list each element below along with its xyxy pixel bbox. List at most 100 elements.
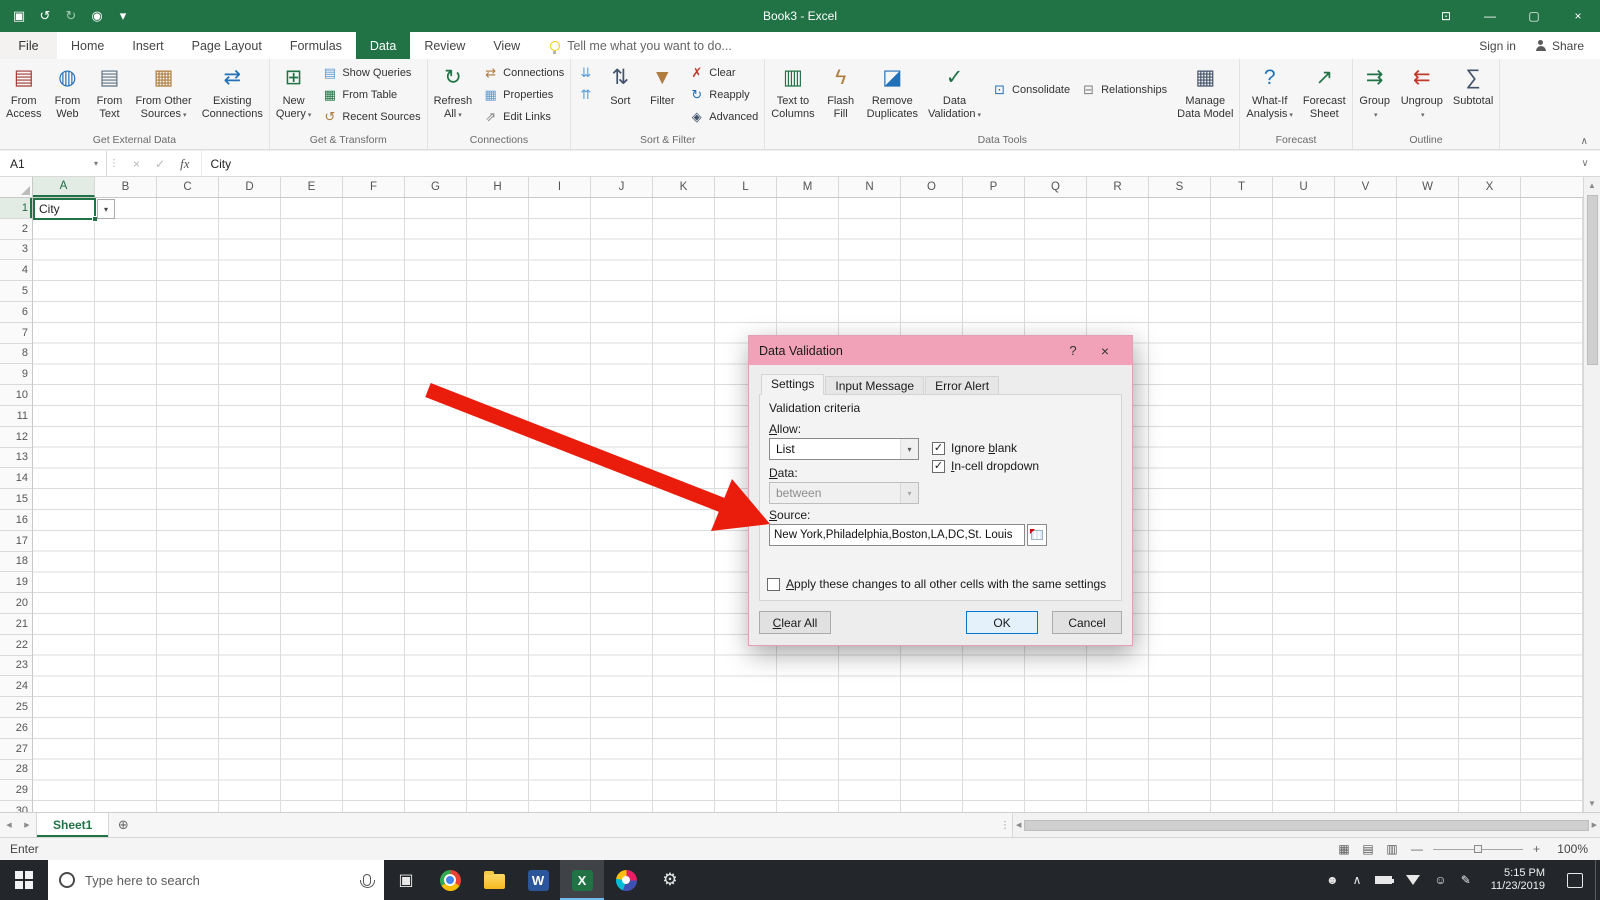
in-cell-dropdown-checkbox-box[interactable]: ✓ [932,459,945,473]
row-header-17[interactable]: 17 [0,531,32,552]
undo-button[interactable]: ↺ [32,2,58,30]
column-header-t[interactable]: T [1211,177,1273,197]
name-box-dropdown-icon[interactable]: ▾ [86,159,106,168]
vertical-scroll-thumb[interactable] [1586,195,1598,365]
dialog-title-bar[interactable]: Data Validation ? × [749,336,1132,365]
page-break-view-button[interactable]: ▥ [1383,842,1401,856]
taskbar-search[interactable]: Type here to search [48,860,384,900]
taskbar-file-explorer-button[interactable] [472,860,516,900]
row-header-13[interactable]: 13 [0,448,32,469]
from-other-sources-button[interactable]: ▦ From Other Sources ▾ [130,60,196,133]
ungroup-button[interactable]: ⇇ Ungroup ▾ [1396,60,1448,133]
connections-button[interactable]: ⇄ Connections [478,62,568,84]
row-header-22[interactable]: 22 [0,635,32,656]
redo-button[interactable]: ↻ [58,2,84,30]
scroll-down-icon[interactable]: ▼ [1588,799,1596,808]
ignore-blank-checkbox-box[interactable]: ✓ [932,441,945,455]
zoom-slider[interactable] [1432,842,1523,856]
from-table-button[interactable]: ▦ From Table [317,84,424,106]
show-queries-button[interactable]: ▤ Show Queries [317,62,424,84]
row-header-14[interactable]: 14 [0,468,32,490]
subtotal-button[interactable]: ∑ Subtotal [1448,60,1498,133]
tab-review[interactable]: Review [410,32,479,59]
what-if-analysis-button[interactable]: ? What-If Analysis ▾ [1241,60,1297,133]
row-header-7[interactable]: 7 [0,323,32,344]
formula-bar-handle[interactable]: ⋮ [107,151,121,176]
horizontal-scroll-thumb[interactable] [1024,819,1589,831]
new-query-button[interactable]: ⊞ New Query ▾ [271,60,316,133]
name-box[interactable]: A1 ▾ [0,151,107,176]
ok-button[interactable]: OK [966,611,1038,634]
sheet-nav-right-icon[interactable]: ▶ [18,813,36,837]
microphone-icon[interactable] [360,874,375,888]
row-header-10[interactable]: 10 [0,385,32,406]
row-header-15[interactable]: 15 [0,489,32,510]
taskbar-chrome-button[interactable] [428,860,472,900]
row-header-29[interactable]: 29 [0,780,32,802]
column-header-d[interactable]: D [219,177,281,197]
taskbar-word-button[interactable]: W [516,860,560,900]
collapse-dialog-button[interactable] [1027,524,1047,546]
column-header-x[interactable]: X [1459,177,1521,197]
sheet-tab-sheet1[interactable]: Sheet1 [36,813,110,837]
save-button[interactable]: ▣ [6,2,32,30]
taskbar-paint-3d-button[interactable] [604,860,648,900]
forecast-sheet-button[interactable]: ↗ Forecast Sheet [1298,60,1351,133]
row-header-21[interactable]: 21 [0,614,32,635]
from-web-button[interactable]: ◍ From Web [46,60,88,133]
sort-descending-button[interactable]: ⇈ [573,84,598,106]
column-header-f[interactable]: F [343,177,405,197]
tab-formulas[interactable]: Formulas [276,32,356,59]
relationships-button[interactable]: ⊟ Relationships [1076,79,1171,101]
scroll-up-icon[interactable]: ▲ [1588,181,1596,190]
vertical-scrollbar[interactable]: ▲ ▼ [1583,177,1600,812]
row-header-18[interactable]: 18 [0,552,32,573]
tray-wifi-button[interactable] [1406,875,1421,885]
tab-home[interactable]: Home [57,32,118,59]
zoom-thumb[interactable] [1473,845,1482,853]
reapply-button[interactable]: ↻ Reapply [684,84,762,106]
row-header-12[interactable]: 12 [0,427,32,448]
tab-scroll-handle[interactable]: ⋮ [998,813,1012,837]
tell-me-box[interactable]: Tell me what you want to do... [550,32,732,59]
row-header-8[interactable]: 8 [0,344,32,365]
row-header-11[interactable]: 11 [0,406,32,427]
dialog-tab-error-alert[interactable]: Error Alert [925,376,1000,395]
clear-all-button[interactable]: Clear All [759,611,831,634]
column-header-b[interactable]: B [95,177,157,197]
properties-button[interactable]: ▦ Properties [478,84,568,106]
clear-filter-button[interactable]: ✗ Clear [684,62,762,84]
column-header-o[interactable]: O [901,177,963,197]
taskbar-clock[interactable]: 5:15 PM 11/23/2019 [1481,860,1555,900]
cancel-button[interactable]: Cancel [1052,611,1122,634]
zoom-out-button[interactable]: — [1411,842,1423,856]
share-button[interactable]: Share [1535,39,1584,53]
new-sheet-button[interactable]: ⊕ [109,813,137,837]
column-header-p[interactable]: P [963,177,1025,197]
column-header-e[interactable]: E [281,177,343,197]
formula-bar-expand-icon[interactable]: ∨ [1570,151,1600,176]
refresh-all-button[interactable]: ↻ Refresh All ▾ [429,60,478,133]
row-header-1[interactable]: 1 [0,198,32,219]
tab-page-layout[interactable]: Page Layout [178,32,276,59]
taskbar-task-view-button[interactable]: ▣ [384,860,428,900]
sheet-nav-left-icon[interactable]: ◀ [0,813,18,837]
existing-connections-button[interactable]: ⇄ Existing Connections [197,60,268,133]
tab-view[interactable]: View [479,32,534,59]
column-header-a[interactable]: A [33,177,95,197]
tray-battery-button[interactable] [1375,876,1395,884]
column-header-g[interactable]: G [405,177,467,197]
start-button[interactable] [0,860,48,900]
column-header-w[interactable]: W [1397,177,1459,197]
in-cell-dropdown-checkbox[interactable]: ✓ In-cell dropdown [932,459,1039,473]
from-text-button[interactable]: ▤ From Text [88,60,130,133]
row-header-27[interactable]: 27 [0,739,32,760]
sort-button[interactable]: ⇅ Sort [599,60,641,133]
dialog-help-button[interactable]: ? [1058,343,1088,358]
qat-caret-button[interactable]: ▾ [110,2,136,30]
recent-sources-button[interactable]: ↺ Recent Sources [317,106,424,128]
row-header-5[interactable]: 5 [0,281,32,302]
row-header-23[interactable]: 23 [0,656,32,677]
enter-formula-button[interactable]: ✓ [155,157,165,171]
scroll-left-icon[interactable]: ◀ [1016,821,1021,829]
